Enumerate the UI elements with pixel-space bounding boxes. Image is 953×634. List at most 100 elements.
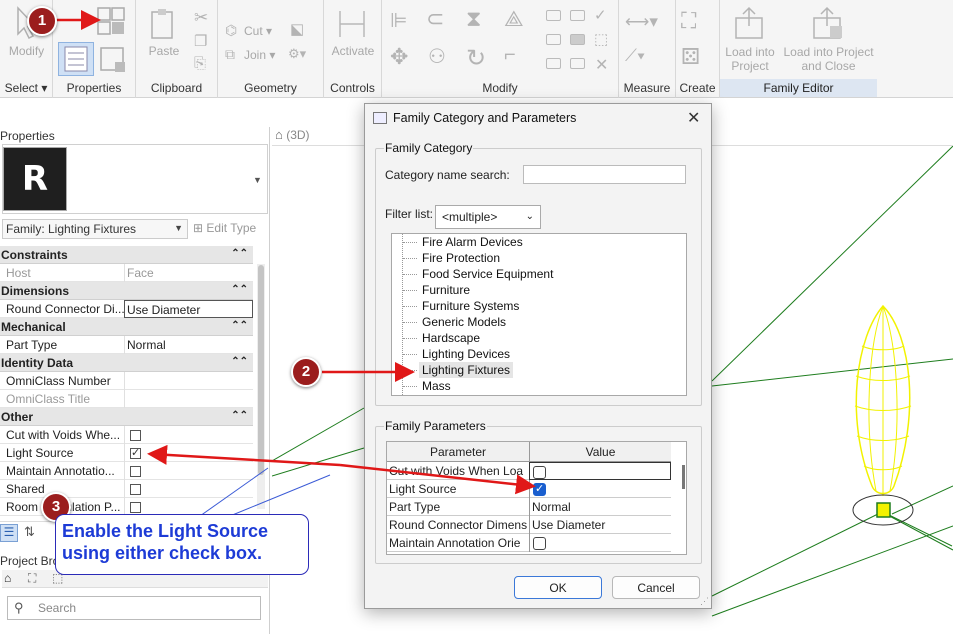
parameter-row[interactable]: Round Connector Dimens Use Diameter <box>387 516 671 534</box>
parameter-row[interactable]: Maintain Annotation Orie <box>387 534 671 552</box>
property-row[interactable]: Part Type Normal <box>0 336 253 354</box>
property-value[interactable]: Face <box>124 264 253 282</box>
category-item[interactable]: Furniture <box>419 282 473 298</box>
family-types-icon[interactable] <box>95 6 129 38</box>
property-value[interactable]: Use Diameter <box>124 300 253 318</box>
collapse-chevron-icon[interactable]: ⌃⌃ <box>231 356 248 367</box>
copy-element-icon[interactable]: ⚇ <box>428 44 446 69</box>
split-gap-icon[interactable] <box>570 10 585 21</box>
property-category[interactable]: Constraints ⌃⌃ <box>0 246 253 264</box>
create-group-icon[interactable]: ⛶ <box>681 8 696 34</box>
property-category[interactable]: Mechanical ⌃⌃ <box>0 318 253 336</box>
property-row[interactable]: OmniClass Number <box>0 372 253 390</box>
category-item[interactable]: Lighting Fixtures <box>419 362 514 378</box>
rotate-icon[interactable]: ↻ <box>466 44 486 73</box>
ok-button[interactable]: OK <box>514 576 602 599</box>
property-row[interactable]: Maintain Annotatio... <box>0 462 253 480</box>
load-into-project-icon[interactable] <box>732 6 766 40</box>
property-checkbox[interactable] <box>124 444 253 462</box>
property-row[interactable]: Cut with Voids Whe... <box>0 426 253 444</box>
category-item[interactable]: Furniture Systems <box>419 298 522 314</box>
paste-button[interactable]: Paste <box>140 44 188 58</box>
checkbox-icon[interactable] <box>130 446 141 459</box>
parameter-value[interactable]: Normal <box>529 498 671 516</box>
mirror-draw-icon[interactable]: ⟁ <box>504 6 524 32</box>
category-tree-list[interactable]: Fire Alarm Devices Fire Protection Food Se… <box>391 233 687 396</box>
type-selector-caret-icon[interactable]: ▼ <box>253 175 262 185</box>
checkbox-icon[interactable] <box>533 537 546 550</box>
property-row[interactable]: Light Source <box>0 444 253 462</box>
zoom-extents-icon[interactable]: ⛶ <box>28 571 36 586</box>
view-tab-3d[interactable]: ⌂ (3D) <box>275 127 365 147</box>
property-row[interactable]: Shared <box>0 480 253 498</box>
create-similar-icon[interactable]: ⚄ <box>681 44 700 70</box>
load-into-project-button[interactable]: Load into Project <box>720 45 780 73</box>
match-properties-icon[interactable]: ⎘ <box>194 55 206 72</box>
parameter-row[interactable]: Part Type Normal <box>387 498 671 516</box>
measure-icon[interactable]: ⟷▾ <box>625 12 658 32</box>
type-properties-icon[interactable] <box>97 44 127 74</box>
property-value[interactable] <box>124 372 253 390</box>
unpin-icon[interactable]: ⬚ <box>594 30 608 48</box>
property-row[interactable]: Round Connector Di... Use Diameter <box>0 300 253 318</box>
category-item[interactable]: Food Service Equipment <box>419 266 556 282</box>
checkbox-icon[interactable] <box>130 466 141 477</box>
collapse-chevron-icon[interactable]: ⌃⌃ <box>231 248 248 259</box>
parameter-checkbox[interactable] <box>529 534 671 552</box>
property-value[interactable]: Normal <box>124 336 253 354</box>
select-dropdown[interactable]: Select ▾ <box>0 81 52 95</box>
mirror-axis-icon[interactable]: ⧗ <box>466 6 481 32</box>
pin-icon[interactable]: ✓ <box>594 6 607 24</box>
cancel-button[interactable]: Cancel <box>612 576 700 599</box>
trim-icon[interactable]: ⌐ <box>504 44 516 67</box>
close-icon[interactable]: ✕ <box>687 108 700 128</box>
category-item[interactable]: Fire Protection <box>419 250 503 266</box>
checkbox-icon[interactable] <box>130 430 141 441</box>
move-icon[interactable]: ✥ <box>390 44 408 70</box>
offset-icon[interactable]: ⊂ <box>426 6 444 32</box>
parameter-checkbox[interactable] <box>529 480 671 498</box>
parameter-value[interactable]: Use Diameter <box>529 516 671 534</box>
properties-scroll-thumb[interactable] <box>258 265 264 475</box>
load-into-project-close-icon[interactable] <box>810 6 844 40</box>
dimension-icon[interactable]: ⟋▾ <box>625 46 645 66</box>
activate-button[interactable]: Activate <box>326 44 380 58</box>
filter-list-select[interactable]: <multiple> ⌄ <box>435 205 541 229</box>
property-row[interactable]: OmniClass Title <box>0 390 253 408</box>
family-selector[interactable]: Family: Lighting Fixtures ▼ <box>2 219 188 239</box>
collapse-chevron-icon[interactable]: ⌃⌃ <box>231 320 248 331</box>
parameter-row[interactable]: Light Source <box>387 480 671 498</box>
resize-grip-icon[interactable]: ⋰ <box>700 596 709 607</box>
scale-icon[interactable] <box>570 34 585 45</box>
split-icon[interactable] <box>546 10 561 21</box>
property-checkbox[interactable] <box>124 480 253 498</box>
extend-icon[interactable] <box>570 58 585 69</box>
checkbox-icon[interactable] <box>130 484 141 495</box>
category-item[interactable]: Fire Alarm Devices <box>419 234 526 250</box>
split-face-icon[interactable]: ⚙▾ <box>288 46 306 62</box>
modify-button[interactable]: Modify <box>4 44 49 58</box>
categorized-sort-icon[interactable]: ☰ <box>0 524 18 542</box>
alpha-sort-icon[interactable]: ⇅ <box>24 524 35 540</box>
checkbox-icon[interactable] <box>533 482 546 496</box>
scissors-icon[interactable]: ✂ <box>194 8 208 28</box>
properties-toggle-icon[interactable] <box>58 42 94 76</box>
category-item[interactable]: Hardscape <box>419 330 483 346</box>
cut-button[interactable]: Cut ▾ <box>244 24 284 38</box>
align-icon[interactable]: ⊫ <box>390 8 407 33</box>
collapse-chevron-icon[interactable]: ⌃⌃ <box>231 410 248 421</box>
join-button[interactable]: Join ▾ <box>244 48 284 62</box>
checkbox-icon[interactable] <box>130 502 141 513</box>
trim-extend-icon[interactable] <box>546 58 561 69</box>
parameter-row[interactable]: Cut with Voids When Loa <box>387 462 671 480</box>
checkbox-icon[interactable] <box>533 466 546 479</box>
edit-type-button[interactable]: ⊞ Edit Type <box>193 221 256 235</box>
property-category[interactable]: Other ⌃⌃ <box>0 408 253 426</box>
wall-joins-icon[interactable]: ⬕ <box>290 20 304 38</box>
category-item[interactable]: Mass <box>419 378 454 394</box>
collapse-chevron-icon[interactable]: ⌃⌃ <box>231 284 248 295</box>
load-into-project-close-button[interactable]: Load into Project and Close <box>780 45 877 73</box>
property-value[interactable] <box>124 390 253 408</box>
property-category[interactable]: Dimensions ⌃⌃ <box>0 282 253 300</box>
copy-icon[interactable]: ❐ <box>194 32 207 50</box>
